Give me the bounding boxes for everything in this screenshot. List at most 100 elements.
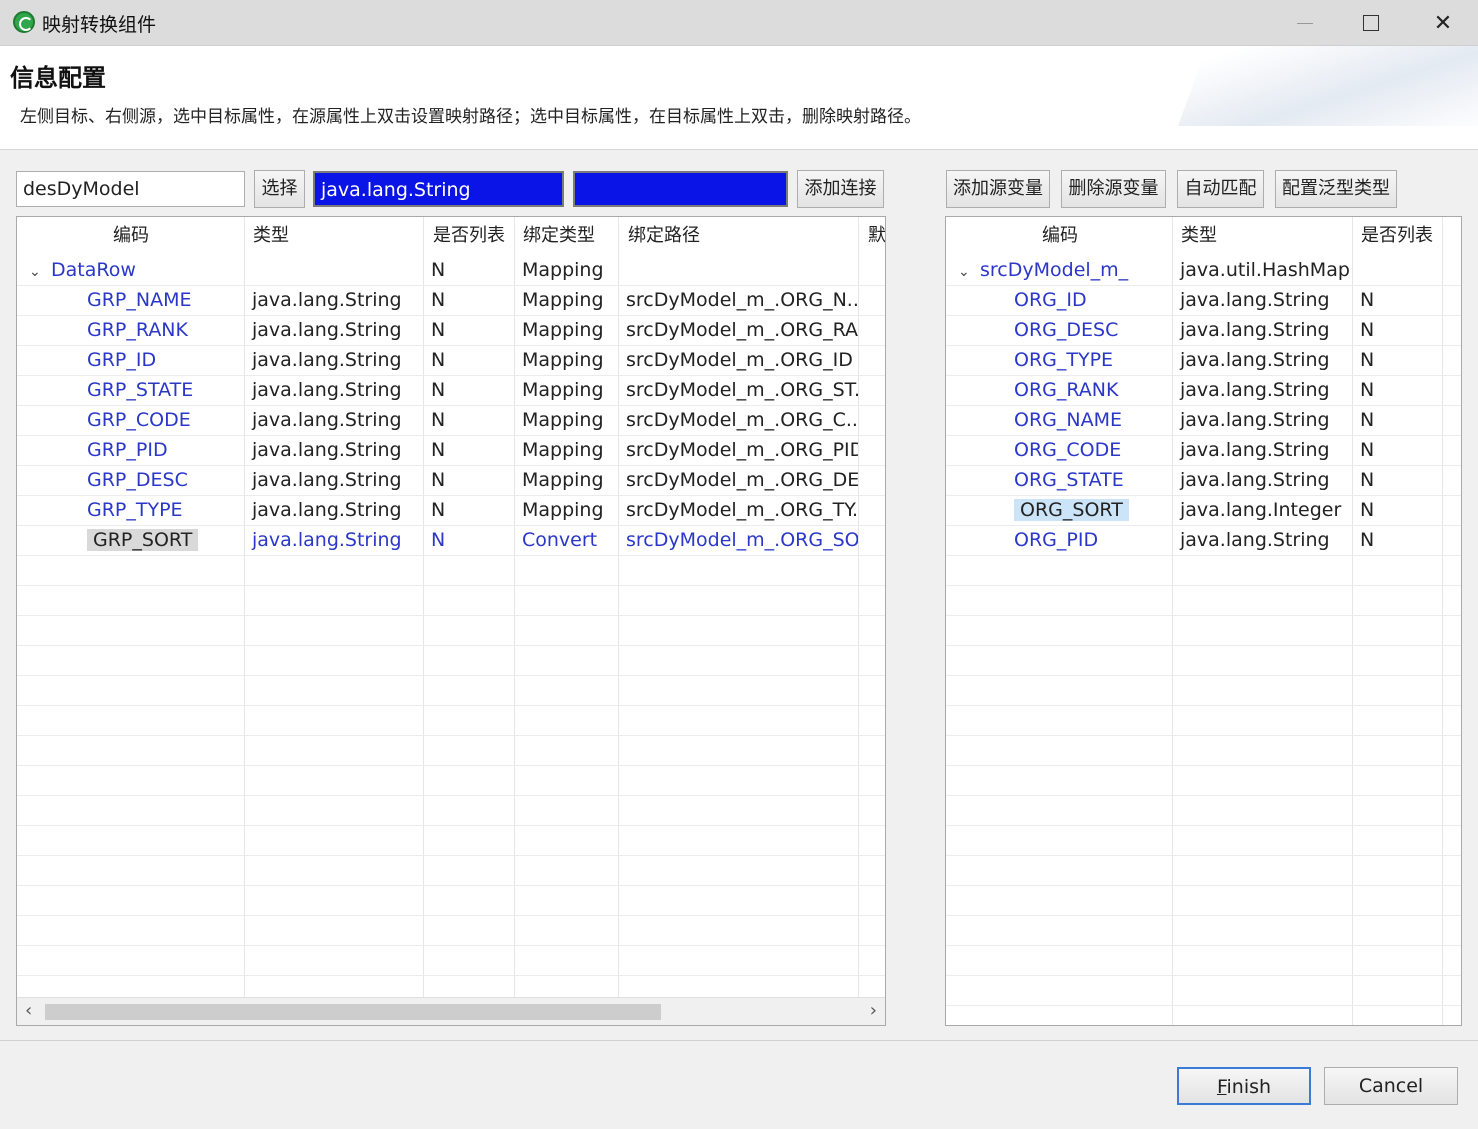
cell-code: GRP_NAME [79, 285, 244, 315]
cell-bind-path: srcDyModel_m_.ORG_N... [626, 289, 858, 311]
table-row[interactable]: GRP_ID java.lang.String N Mapping srcDyModel… [17, 345, 885, 375]
row-code: ORG_ID [1014, 289, 1087, 311]
cell-type: java.lang.String [1180, 319, 1330, 341]
page-description: 左侧目标、右侧源，选中目标属性，在源属性上双击设置映射路径；选中目标属性，在目标… [20, 107, 921, 127]
grid-line [17, 855, 885, 856]
cell-code: ORG_STATE [1006, 465, 1172, 495]
root-bind-type: Mapping [522, 259, 604, 281]
model-input[interactable]: desDyModel [16, 171, 245, 207]
tree-root-row[interactable]: ⌄ DataRow N Mapping [17, 255, 885, 285]
minimize-button[interactable] [1270, 0, 1340, 46]
table-row[interactable]: GRP_TYPE java.lang.String N Mapping srcDyMod… [17, 495, 885, 525]
cell-is-list: N [431, 379, 446, 401]
table-row[interactable]: ORG_RANK java.lang.String N [946, 375, 1461, 405]
grid-line [946, 315, 1461, 316]
add-source-var-button[interactable]: 添加源变量 [946, 170, 1050, 208]
cell-code: GRP_STATE [79, 375, 244, 405]
cell-code: GRP_SORT [79, 525, 244, 555]
row-code: GRP_ID [87, 349, 157, 371]
row-code: GRP_SORT [87, 529, 199, 551]
chevron-down-icon[interactable]: ⌄ [958, 257, 974, 285]
cell-is-list: N [1360, 469, 1375, 491]
cell-bind-path: srcDyModel_m_.ORG_ST... [626, 379, 858, 401]
grid-line [17, 345, 885, 346]
col-header-bind-type[interactable]: 绑定类型 [515, 217, 619, 255]
grid-line [946, 495, 1461, 496]
table-row[interactable]: ORG_SORT java.lang.Integer N [946, 495, 1461, 525]
source-table-header: 编码 类型 是否列表 [946, 217, 1461, 255]
table-row[interactable]: ORG_TYPE java.lang.String N [946, 345, 1461, 375]
grid-line [946, 555, 1461, 556]
src-root-is-list [1352, 255, 1442, 285]
col-header-is-list[interactable]: 是否列表 [425, 217, 515, 255]
minimize-icon [1297, 22, 1313, 24]
cell-type: java.lang.String [1180, 409, 1330, 431]
table-row[interactable]: ORG_STATE java.lang.String N [946, 465, 1461, 495]
scrollbar-thumb[interactable] [45, 1004, 661, 1020]
auto-match-button[interactable]: 自动匹配 [1177, 170, 1264, 208]
cell-type: java.lang.String [252, 439, 402, 461]
cell-code: ORG_PID [1006, 525, 1172, 555]
maximize-button[interactable] [1336, 0, 1406, 46]
scroll-right-icon[interactable]: › [870, 1000, 877, 1021]
cell-type: java.lang.String [1180, 439, 1330, 461]
src-tree-root-row[interactable]: ⌄ srcDyModel_m_ java.util.HashMap [946, 255, 1461, 285]
grid-line [17, 945, 885, 946]
table-row[interactable]: GRP_STATE java.lang.String N Mapping srcDyMo… [17, 375, 885, 405]
col-header-code[interactable]: 编码 [105, 217, 255, 255]
src-col-header-is-list[interactable]: 是否列表 [1353, 217, 1443, 255]
grid-line [17, 465, 885, 466]
cell-bind-type: Mapping [522, 379, 604, 401]
src-col-header-type[interactable]: 类型 [1173, 217, 1353, 255]
cell-bind-type: Mapping [522, 439, 604, 461]
cell-type: java.lang.String [1180, 529, 1330, 551]
cell-code: GRP_ID [79, 345, 244, 375]
table-row[interactable]: ORG_ID java.lang.String N [946, 285, 1461, 315]
cell-bind-path: srcDyModel_m_.ORG_TY... [626, 499, 858, 521]
table-row[interactable]: ORG_PID java.lang.String N [946, 525, 1461, 555]
scroll-left-icon[interactable]: ‹ [25, 1000, 32, 1021]
close-icon: ✕ [1433, 10, 1453, 36]
add-link-button[interactable]: 添加连接 [797, 170, 884, 208]
col-header-default[interactable]: 默 [860, 217, 885, 255]
cancel-button[interactable]: Cancel [1324, 1067, 1458, 1105]
table-row[interactable]: GRP_SORT java.lang.String N Convert srcDyMod… [17, 525, 885, 555]
chevron-down-icon[interactable]: ⌄ [29, 257, 45, 285]
table-row[interactable]: GRP_CODE java.lang.String N Mapping srcDyMod… [17, 405, 885, 435]
cell-is-list: N [1360, 349, 1375, 371]
row-code: ORG_CODE [1014, 439, 1122, 461]
grid-line [946, 855, 1461, 856]
table-row[interactable]: GRP_NAME java.lang.String N Mapping srcDyMod… [17, 285, 885, 315]
cell-is-list: N [431, 499, 446, 521]
app-icon [13, 11, 35, 33]
col-header-type[interactable]: 类型 [245, 217, 415, 255]
cell-code: ORG_NAME [1006, 405, 1172, 435]
source-table: 编码 类型 是否列表 ⌄ srcDyModel_m_ java.util.Hash… [945, 216, 1462, 1026]
table-row[interactable]: ORG_DESC java.lang.String N [946, 315, 1461, 345]
grid-line [946, 645, 1461, 646]
src-col-header-code[interactable]: 编码 [1034, 217, 1174, 255]
type-input[interactable]: java.lang.String [313, 171, 564, 207]
row-code: GRP_PID [87, 439, 168, 461]
extra-input[interactable] [573, 171, 788, 207]
cell-code: ORG_RANK [1006, 375, 1172, 405]
table-row[interactable]: GRP_RANK java.lang.String N Mapping srcDyMod… [17, 315, 885, 345]
table-row[interactable]: ORG_CODE java.lang.String N [946, 435, 1461, 465]
cell-type: java.lang.String [252, 529, 402, 551]
grid-line [946, 525, 1461, 526]
horizontal-scrollbar[interactable]: ‹ › [17, 997, 885, 1025]
config-generic-button[interactable]: 配置泛型类型 [1275, 170, 1397, 208]
table-row[interactable]: GRP_DESC java.lang.String N Mapping srcDyMod… [17, 465, 885, 495]
table-row[interactable]: ORG_NAME java.lang.String N [946, 405, 1461, 435]
table-row[interactable]: GRP_PID java.lang.String N Mapping srcDyMode… [17, 435, 885, 465]
cell-bind-type: Mapping [522, 469, 604, 491]
select-button[interactable]: 选择 [254, 170, 305, 208]
delete-source-var-button[interactable]: 删除源变量 [1061, 170, 1166, 208]
col-header-bind-path[interactable]: 绑定路径 [620, 217, 860, 255]
cell-type: java.lang.String [1180, 469, 1330, 491]
grid-line [946, 735, 1461, 736]
finish-button[interactable]: Finish [1177, 1067, 1311, 1105]
close-button[interactable]: ✕ [1408, 0, 1478, 46]
root-code: DataRow [51, 259, 136, 281]
root-type [244, 255, 423, 285]
